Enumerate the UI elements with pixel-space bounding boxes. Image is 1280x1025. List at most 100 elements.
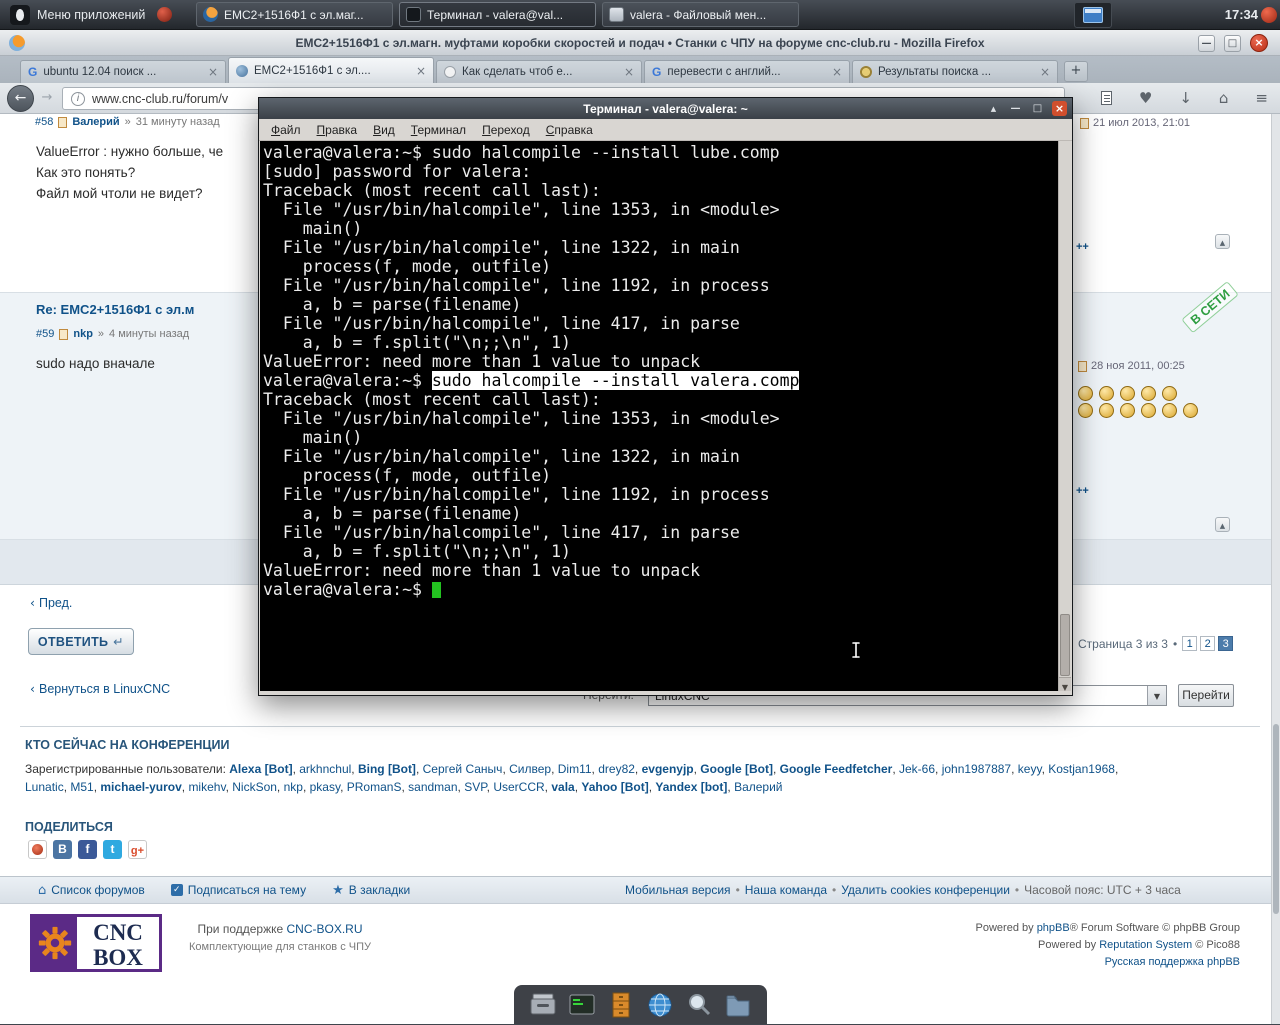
terminal-menu-item[interactable]: Правка bbox=[309, 121, 366, 139]
user-link[interactable]: M51 bbox=[70, 780, 93, 794]
user-link[interactable]: PRomanS bbox=[347, 780, 402, 794]
user-link[interactable]: Jek-66 bbox=[899, 762, 935, 776]
applications-menu-button[interactable]: Меню приложений bbox=[0, 0, 155, 29]
user-link[interactable]: Сергей Саныч bbox=[423, 762, 503, 776]
scroll-to-top-icon[interactable] bbox=[1215, 517, 1230, 532]
browser-tab[interactable]: EMC2+1516Ф1 с эл.... bbox=[228, 57, 434, 83]
search-icon[interactable] bbox=[684, 990, 714, 1020]
sponsor-link[interactable]: CNC-BOX.RU bbox=[287, 922, 363, 936]
user-link[interactable]: vala bbox=[551, 780, 574, 794]
drawer-icon[interactable] bbox=[528, 990, 558, 1020]
terminal-menu-item[interactable]: Терминал bbox=[403, 121, 474, 139]
terminal-window[interactable]: Терминал - valera@valera: ~ ФайлПравкаВи… bbox=[258, 97, 1073, 696]
footer-link[interactable]: Мобильная версия bbox=[625, 883, 731, 897]
facebook-icon[interactable] bbox=[78, 840, 97, 859]
file-cabinet-icon[interactable] bbox=[606, 990, 636, 1020]
clock[interactable]: 17:34 bbox=[1225, 7, 1258, 22]
user-link[interactable]: Yandex [bot] bbox=[655, 780, 727, 794]
terminal-menu-item[interactable]: Переход bbox=[474, 121, 538, 139]
user-link[interactable]: evgenyjp bbox=[642, 762, 694, 776]
bookmark-topic-link[interactable]: В закладки bbox=[332, 883, 411, 898]
minimize-button[interactable] bbox=[1008, 101, 1023, 116]
terminal-titlebar[interactable]: Терминал - valera@valera: ~ bbox=[259, 98, 1072, 119]
previous-page-link[interactable]: Пред. bbox=[30, 595, 72, 610]
tab-close-icon[interactable] bbox=[832, 66, 842, 78]
scrollbar-thumb[interactable] bbox=[1060, 614, 1070, 676]
user-link[interactable]: Lunatic bbox=[25, 780, 64, 794]
bookmark-heart-icon[interactable] bbox=[1139, 88, 1152, 108]
scrollbar-thumb[interactable] bbox=[1273, 724, 1279, 914]
vk-icon[interactable] bbox=[53, 840, 72, 859]
browser-tab[interactable]: ubuntu 12.04 поиск ... bbox=[20, 60, 226, 83]
menu-icon[interactable] bbox=[1255, 88, 1268, 108]
googleplus-icon[interactable] bbox=[128, 840, 147, 859]
user-link[interactable]: mikehv bbox=[188, 780, 225, 794]
taskbar-button[interactable]: Терминал - valera@val... bbox=[399, 2, 596, 27]
post-number[interactable]: #58 bbox=[35, 116, 53, 128]
web-browser-icon[interactable] bbox=[645, 990, 675, 1020]
user-link[interactable]: arkhnchul bbox=[299, 762, 351, 776]
tab-close-icon[interactable] bbox=[1040, 66, 1050, 78]
user-link[interactable]: Kostjan1968 bbox=[1048, 762, 1115, 776]
firefox-titlebar[interactable]: EMC2+1516Ф1 с эл.магн. муфтами коробки с… bbox=[0, 30, 1280, 56]
tab-close-icon[interactable] bbox=[208, 66, 218, 78]
previous-link-label[interactable]: Пред. bbox=[39, 596, 72, 610]
reply-button[interactable]: ОТВЕТИТЬ bbox=[28, 628, 134, 655]
back-button[interactable] bbox=[7, 85, 34, 112]
minimize-button[interactable] bbox=[1198, 34, 1215, 52]
post-number[interactable]: #59 bbox=[36, 328, 54, 340]
terminal-menu-item[interactable]: Файл bbox=[263, 121, 309, 139]
browser-scrollbar[interactable] bbox=[1271, 114, 1280, 1024]
mailru-icon[interactable] bbox=[28, 840, 47, 859]
user-link[interactable]: UserCCR bbox=[493, 780, 544, 794]
user-link[interactable]: sandman bbox=[408, 780, 457, 794]
user-link[interactable]: pkasy bbox=[310, 780, 340, 794]
copy-page-icon[interactable] bbox=[1100, 91, 1112, 105]
maximize-button[interactable] bbox=[1030, 101, 1045, 116]
post-author-link[interactable]: Валерий bbox=[72, 116, 119, 128]
user-link[interactable]: john1987887 bbox=[942, 762, 1011, 776]
terminal-scrollbar[interactable] bbox=[1058, 141, 1071, 691]
close-button[interactable] bbox=[1250, 34, 1268, 52]
tab-close-icon[interactable] bbox=[624, 66, 634, 78]
browser-tab[interactable]: Как сделать чтоб е... bbox=[436, 60, 642, 83]
user-link[interactable]: michael-yurov bbox=[100, 780, 181, 794]
terminal-icon[interactable] bbox=[567, 990, 597, 1020]
new-tab-button[interactable] bbox=[1064, 61, 1088, 82]
user-link[interactable]: SVP bbox=[464, 780, 486, 794]
twitter-icon[interactable] bbox=[103, 840, 122, 859]
user-link[interactable]: Google Feedfetcher bbox=[780, 762, 893, 776]
taskbar-button[interactable]: valera - Файловый мен... bbox=[602, 2, 799, 27]
jump-go-button[interactable]: Перейти bbox=[1178, 684, 1234, 707]
browser-tab[interactable]: перевести с англий... bbox=[644, 60, 850, 83]
reputation-plus-link[interactable]: ++ bbox=[1076, 241, 1089, 253]
site-info-icon[interactable] bbox=[71, 91, 85, 106]
tab-close-icon[interactable] bbox=[416, 65, 426, 77]
notification-icon[interactable] bbox=[1261, 7, 1277, 23]
page-number[interactable]: 1 bbox=[1182, 636, 1198, 651]
user-link[interactable]: NickSon bbox=[232, 780, 277, 794]
post-title-link[interactable]: Re: EMC2+1516Ф1 с эл.м bbox=[36, 302, 194, 317]
cnc-box-logo[interactable]: CNC BOX bbox=[30, 914, 162, 972]
tray-button[interactable] bbox=[1074, 2, 1112, 28]
post-author-link[interactable]: nkp bbox=[73, 328, 93, 340]
page-number[interactable]: 3 bbox=[1218, 636, 1234, 651]
maximize-button[interactable] bbox=[1224, 34, 1241, 52]
user-link[interactable]: Валерий bbox=[734, 780, 782, 794]
taskbar-button[interactable]: EMC2+1516Ф1 с эл.маг... bbox=[196, 2, 393, 27]
terminal-output[interactable]: valera@valera:~$ sudo halcompile --insta… bbox=[260, 141, 1058, 691]
dropdown-arrow-icon[interactable] bbox=[1147, 686, 1166, 705]
browser-tab[interactable]: Результаты поиска ... bbox=[852, 60, 1058, 83]
forward-button[interactable] bbox=[38, 90, 56, 107]
return-link-label[interactable]: Вернуться в LinuxCNC bbox=[39, 682, 170, 696]
page-number[interactable]: 2 bbox=[1200, 636, 1216, 651]
user-link[interactable]: keyy bbox=[1018, 762, 1042, 776]
home-icon[interactable] bbox=[1219, 88, 1229, 108]
footer-link[interactable]: Удалить cookies конференции bbox=[841, 883, 1010, 897]
terminal-menu-item[interactable]: Справка bbox=[538, 121, 601, 139]
user-link[interactable]: drey82 bbox=[598, 762, 635, 776]
user-link[interactable]: Alexa [Bot] bbox=[229, 762, 292, 776]
user-link[interactable]: Yahoo [Bot] bbox=[581, 780, 648, 794]
user-link[interactable]: nkp bbox=[284, 780, 303, 794]
footer-link[interactable]: Наша команда bbox=[745, 883, 827, 897]
